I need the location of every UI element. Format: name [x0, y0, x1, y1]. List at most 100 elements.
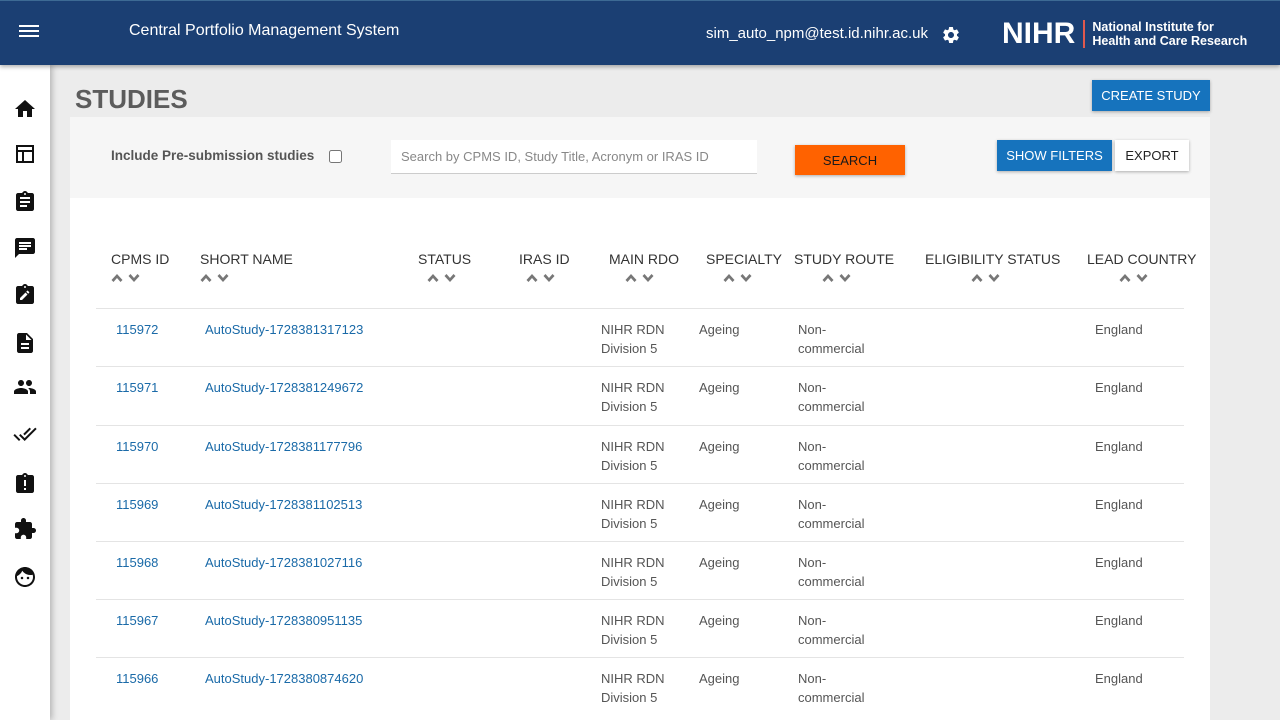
sort-ascending-icon[interactable]	[427, 273, 439, 283]
specialty-cell: Ageing	[699, 380, 740, 395]
sidebar	[0, 65, 50, 720]
sort-descending-icon[interactable]	[988, 273, 1000, 283]
col-header-main-rdo: MAIN RDO	[609, 251, 679, 267]
search-input[interactable]	[391, 140, 757, 174]
col-header-iras-id: IRAS ID	[519, 251, 570, 267]
table-row: 115966 AutoStudy-1728380874620 NIHR RDN Div…	[96, 657, 1184, 715]
table-row: 115970 AutoStudy-1728381177796 NIHR RDN Div…	[96, 425, 1184, 483]
cpms-id-link[interactable]: 115966	[116, 670, 158, 689]
main-rdo-cell-line: Division 5	[601, 515, 658, 531]
col-header-short-name: SHORT NAME	[200, 251, 293, 267]
show-filters-button[interactable]: SHOW FILTERS	[997, 140, 1112, 171]
col-header-specialty: SPECIALTY	[706, 251, 782, 267]
lead-country-cell: England	[1095, 439, 1143, 454]
table-row: 115971 AutoStudy-1728381249672 NIHR RDN Div…	[96, 366, 1184, 424]
dashboard-icon[interactable]	[13, 142, 37, 166]
study-route-cell-line: Non-	[798, 380, 827, 395]
sort-ascending-icon[interactable]	[200, 273, 212, 283]
cpms-id-link[interactable]: 115969	[116, 496, 158, 515]
done-all-icon[interactable]	[13, 422, 37, 446]
people-icon[interactable]	[13, 375, 37, 399]
study-route-cell: Non-commercial	[798, 612, 864, 649]
sort-controls	[723, 273, 752, 285]
search-button[interactable]: SEARCH	[795, 145, 905, 175]
main-rdo-cell-line: NIHR RDN	[601, 555, 665, 570]
study-route-cell-line: Non-	[798, 439, 827, 454]
cpms-id-link[interactable]: 115967	[116, 612, 158, 631]
app-title: Central Portfolio Management System	[129, 22, 400, 39]
main-rdo-cell: NIHR RDN Division 5	[601, 554, 665, 591]
sort-descending-icon[interactable]	[128, 273, 140, 283]
sort-ascending-icon[interactable]	[526, 273, 538, 283]
sort-descending-icon[interactable]	[1136, 273, 1148, 283]
hamburger-menu-icon[interactable]	[17, 21, 41, 43]
cpms-id-link[interactable]: 115970	[116, 438, 158, 457]
sort-controls	[1119, 273, 1148, 285]
sort-descending-icon[interactable]	[740, 273, 752, 283]
study-route-cell-line: Non-	[798, 613, 827, 628]
sort-ascending-icon[interactable]	[111, 273, 123, 283]
assignment-late-icon[interactable]	[13, 472, 37, 496]
study-route-cell-line: Non-	[798, 322, 827, 337]
sort-controls	[111, 273, 140, 285]
short-name-link[interactable]: AutoStudy-1728381027116	[205, 554, 362, 573]
study-route-cell-line: commercial	[798, 398, 865, 414]
table-row: 115969 AutoStudy-1728381102513 NIHR RDN Div…	[96, 483, 1184, 541]
lead-country-cell: England	[1095, 380, 1143, 395]
main-rdo-cell-line: Division 5	[601, 689, 658, 705]
sort-ascending-icon[interactable]	[625, 273, 637, 283]
sort-descending-icon[interactable]	[642, 273, 654, 283]
presub-checkbox[interactable]	[329, 150, 342, 163]
cpms-id-link[interactable]: 115971	[116, 379, 158, 398]
main-rdo-cell-line: Division 5	[601, 457, 658, 473]
sort-ascending-icon[interactable]	[822, 273, 834, 283]
main-rdo-cell-line: NIHR RDN	[601, 322, 665, 337]
feedback-icon[interactable]	[13, 236, 37, 260]
top-bar: Central Portfolio Management System sim_…	[0, 0, 1280, 65]
sort-ascending-icon[interactable]	[723, 273, 735, 283]
extension-icon[interactable]	[13, 517, 37, 541]
sort-descending-icon[interactable]	[543, 273, 555, 283]
document-icon[interactable]	[13, 331, 37, 355]
gear-icon[interactable]	[941, 25, 961, 45]
sort-controls	[526, 273, 555, 285]
study-route-cell: Non-commercial	[798, 438, 864, 475]
study-route-cell-line: commercial	[798, 340, 865, 356]
short-name-link[interactable]: AutoStudy-1728380951135	[205, 612, 362, 631]
short-name-link[interactable]: AutoStudy-1728381317123	[205, 321, 363, 340]
study-route-cell: Non-commercial	[798, 670, 864, 707]
face-icon[interactable]	[13, 565, 37, 589]
short-name-link[interactable]: AutoStudy-1728381249672	[205, 379, 363, 398]
main-rdo-cell: NIHR RDN Division 5	[601, 379, 665, 416]
table-row: 115967 AutoStudy-1728380951135 NIHR RDN Div…	[96, 599, 1184, 657]
create-study-button[interactable]: CREATE STUDY	[1092, 80, 1210, 111]
nihr-logo: NIHR National Institute for Health and C…	[1002, 18, 1247, 50]
lead-country-cell: England	[1095, 555, 1143, 570]
cpms-id-link[interactable]: 115972	[116, 321, 158, 340]
specialty-cell: Ageing	[699, 671, 740, 686]
main-rdo-cell-line: Division 5	[601, 631, 658, 647]
short-name-link[interactable]: AutoStudy-1728381102513	[205, 496, 362, 515]
main-rdo-cell: NIHR RDN Division 5	[601, 321, 665, 358]
home-icon[interactable]	[13, 97, 37, 121]
page-title: STUDIES	[75, 84, 188, 114]
main-rdo-cell-line: NIHR RDN	[601, 613, 665, 628]
main-rdo-cell: NIHR RDN Division 5	[601, 612, 665, 649]
assignment-icon[interactable]	[13, 190, 37, 214]
short-name-link[interactable]: AutoStudy-1728380874620	[205, 670, 363, 689]
col-header-study-route: STUDY ROUTE	[794, 251, 895, 267]
edit-assignment-icon[interactable]	[13, 283, 37, 307]
short-name-link[interactable]: AutoStudy-1728381177796	[205, 438, 362, 457]
cpms-id-link[interactable]: 115968	[116, 554, 158, 573]
lead-country-cell: England	[1095, 322, 1143, 337]
sort-descending-icon[interactable]	[839, 273, 851, 283]
col-header-eligibility-status: ELIGIBILITY STATUS	[925, 251, 1061, 267]
sort-descending-icon[interactable]	[217, 273, 229, 283]
study-route-cell-line: commercial	[798, 457, 865, 473]
export-button[interactable]: EXPORT	[1115, 140, 1189, 171]
study-route-cell: Non-commercial	[798, 554, 864, 591]
sort-descending-icon[interactable]	[444, 273, 456, 283]
sort-ascending-icon[interactable]	[1119, 273, 1131, 283]
sort-ascending-icon[interactable]	[971, 273, 983, 283]
main-rdo-cell-line: Division 5	[601, 398, 658, 414]
